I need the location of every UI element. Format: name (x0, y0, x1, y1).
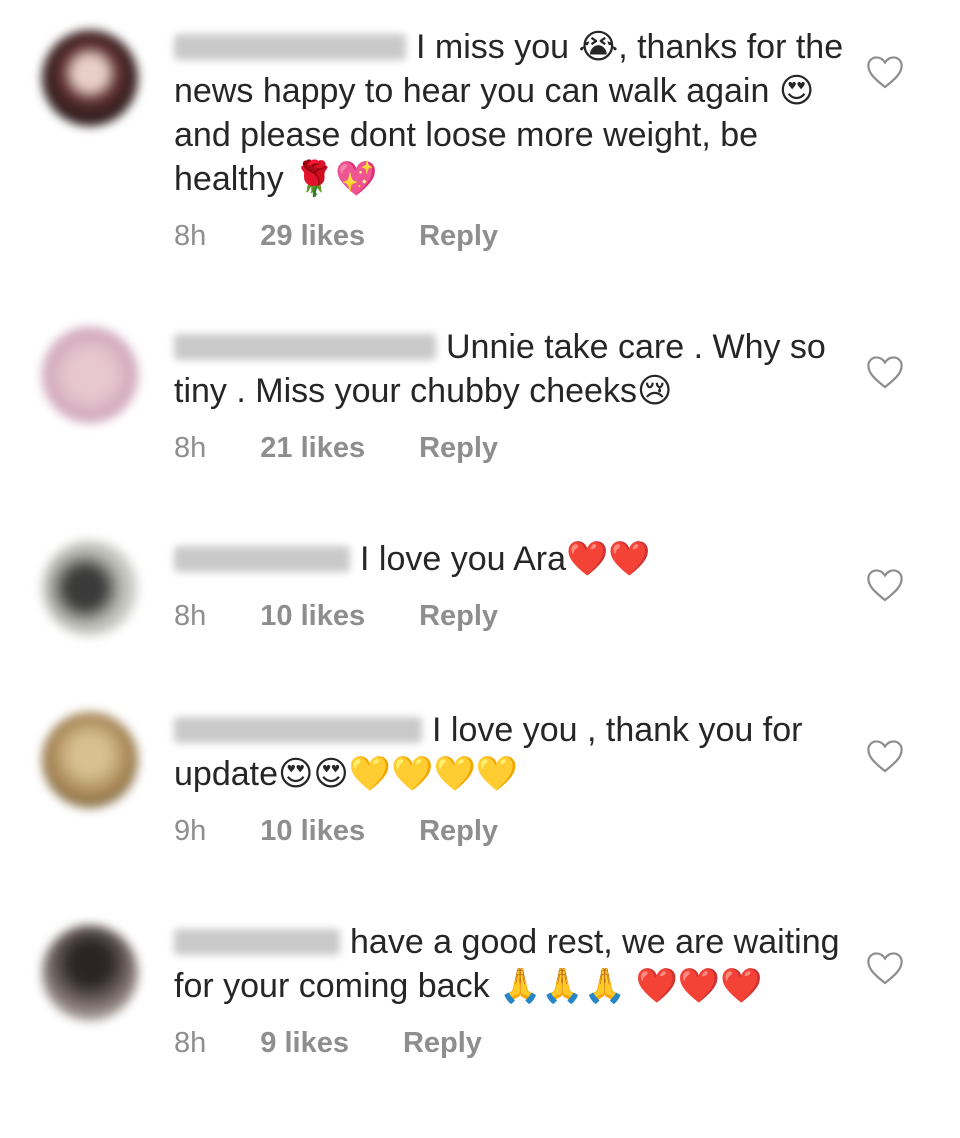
avatar[interactable] (42, 540, 138, 636)
heart-outline-icon[interactable] (866, 567, 904, 603)
comment-text: mochipeach119Unnie take care . Why so ti… (174, 325, 844, 413)
reply-button[interactable]: Reply (403, 1025, 482, 1061)
heart-outline-icon[interactable] (866, 54, 904, 90)
username-link[interactable]: fatemah_p_h_a (174, 717, 422, 743)
reply-button[interactable]: Reply (419, 598, 498, 634)
comment-text: taniasan_haniI miss you 😭, thanks for th… (174, 25, 844, 201)
comment-message: I love you Ara❤️❤️ (360, 540, 651, 578)
avatar[interactable] (42, 925, 138, 1021)
comment-meta: 8h 9 likes Reply (174, 1025, 844, 1061)
likes-count[interactable]: 29 likes (260, 218, 365, 254)
heart-outline-icon[interactable] (866, 950, 904, 986)
timestamp: 8h (174, 220, 207, 252)
heart-outline-icon[interactable] (866, 738, 904, 774)
username-link[interactable]: ygpxw_ara (174, 929, 340, 955)
comment-text: goarel211 I love you Ara❤️❤️ (174, 537, 844, 581)
username-link[interactable]: goarel211 (174, 546, 350, 572)
comment-meta: 8h 10 likes Reply (174, 598, 844, 634)
reply-button[interactable]: Reply (419, 430, 498, 466)
heart-outline-icon[interactable] (866, 354, 904, 390)
timestamp: 9h (174, 815, 207, 847)
timestamp: 8h (174, 432, 207, 464)
comment-text: ygpxw_arahave a good rest, we are waitin… (174, 920, 844, 1008)
timestamp: 8h (174, 1027, 207, 1059)
timestamp: 8h (174, 600, 207, 632)
avatar[interactable] (42, 30, 138, 126)
username-link[interactable]: mochipeach119 (174, 334, 436, 360)
comment-meta: 8h 21 likes Reply (174, 430, 844, 466)
username-link[interactable]: taniasan_hani (174, 34, 406, 60)
likes-count[interactable]: 10 likes (260, 813, 365, 849)
avatar[interactable] (42, 712, 138, 808)
comment-meta: 8h 29 likes Reply (174, 218, 844, 254)
likes-count[interactable]: 10 likes (260, 598, 365, 634)
reply-button[interactable]: Reply (419, 813, 498, 849)
comment-meta: 9h 10 likes Reply (174, 813, 844, 849)
reply-button[interactable]: Reply (419, 218, 498, 254)
avatar[interactable] (42, 327, 138, 423)
likes-count[interactable]: 9 likes (260, 1025, 349, 1061)
likes-count[interactable]: 21 likes (260, 430, 365, 466)
comment-text: fatemah_p_h_aI love you , thank you for … (174, 708, 844, 796)
